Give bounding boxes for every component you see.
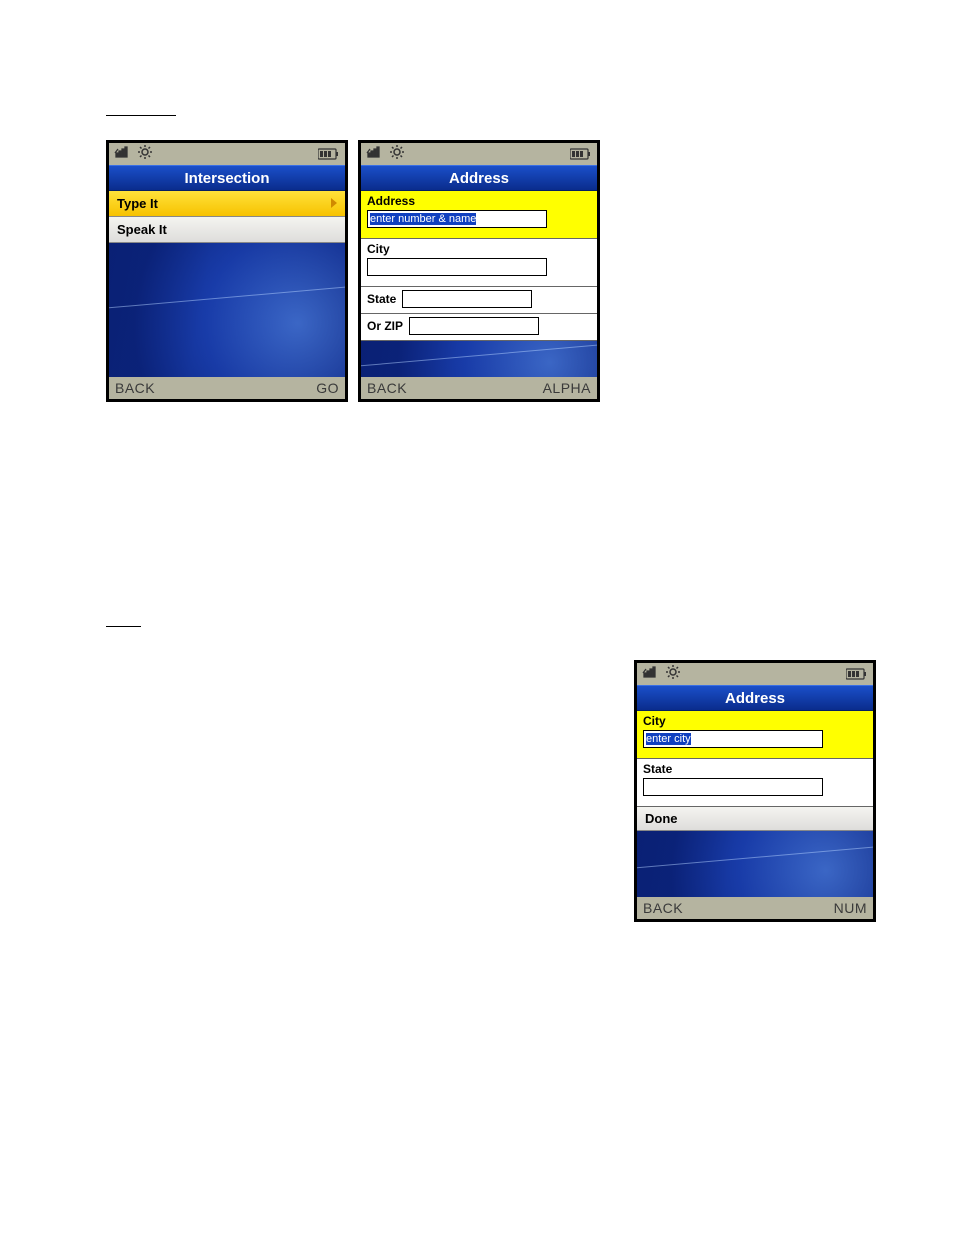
battery-icon bbox=[846, 667, 868, 685]
softkey-right-go[interactable]: GO bbox=[316, 380, 339, 396]
field-label: City bbox=[643, 714, 867, 728]
screen-title: Address bbox=[637, 685, 873, 711]
field-city[interactable]: City enter city bbox=[637, 711, 873, 759]
battery-icon bbox=[570, 147, 592, 165]
background-globe bbox=[637, 831, 873, 897]
field-zip[interactable]: Or ZIP bbox=[361, 314, 597, 341]
screen-title: Address bbox=[361, 165, 597, 191]
status-bar bbox=[361, 143, 597, 165]
gear-icon bbox=[666, 665, 680, 684]
field-state[interactable]: State bbox=[361, 287, 597, 314]
gear-icon bbox=[390, 145, 404, 164]
underline-stub-2 bbox=[106, 626, 141, 627]
button-label: Done bbox=[645, 811, 678, 826]
background-globe bbox=[109, 243, 345, 377]
chevron-right-icon bbox=[331, 198, 337, 208]
city-input[interactable]: enter city bbox=[643, 730, 823, 748]
field-label: Or ZIP bbox=[367, 319, 403, 333]
menu-item-speak-it[interactable]: Speak It bbox=[109, 217, 345, 243]
softkey-right-num[interactable]: NUM bbox=[834, 900, 867, 916]
phone-inner: Address Address enter number & name City… bbox=[361, 143, 597, 399]
background-globe bbox=[361, 341, 597, 377]
phone-inner: Address City enter city State Done BACK … bbox=[637, 663, 873, 919]
softkey-bar: BACK GO bbox=[109, 377, 345, 399]
done-button[interactable]: Done bbox=[637, 807, 873, 831]
state-input[interactable] bbox=[643, 778, 823, 796]
signal-icon bbox=[114, 145, 132, 163]
input-placeholder: enter number & name bbox=[370, 213, 476, 225]
address-city-form: City enter city State Done bbox=[637, 711, 873, 831]
battery-icon bbox=[318, 147, 340, 165]
underline-stub-1 bbox=[106, 115, 176, 116]
field-address[interactable]: Address enter number & name bbox=[361, 191, 597, 239]
field-label: State bbox=[367, 292, 396, 306]
state-input[interactable] bbox=[402, 290, 532, 308]
phone-address-city: Address City enter city State Done BACK … bbox=[634, 660, 876, 922]
status-bar bbox=[109, 143, 345, 165]
zip-input[interactable] bbox=[409, 317, 539, 335]
field-city[interactable]: City bbox=[361, 239, 597, 287]
status-bar bbox=[637, 663, 873, 685]
phone-address-full: Address Address enter number & name City… bbox=[358, 140, 600, 402]
address-input[interactable]: enter number & name bbox=[367, 210, 547, 228]
signal-icon bbox=[366, 145, 384, 163]
softkey-right-alpha[interactable]: ALPHA bbox=[543, 380, 591, 396]
signal-icon bbox=[642, 665, 660, 683]
softkey-bar: BACK NUM bbox=[637, 897, 873, 919]
field-state[interactable]: State bbox=[637, 759, 873, 807]
input-placeholder: enter city bbox=[646, 733, 691, 745]
address-form: Address enter number & name City State O… bbox=[361, 191, 597, 341]
gear-icon bbox=[138, 145, 152, 164]
softkey-left-back[interactable]: BACK bbox=[643, 900, 683, 916]
field-label: City bbox=[367, 242, 591, 256]
menu-item-label: Type It bbox=[117, 196, 158, 211]
screen-title: Intersection bbox=[109, 165, 345, 191]
phone-intersection: Intersection Type It Speak It BACK GO bbox=[106, 140, 348, 402]
softkey-bar: BACK ALPHA bbox=[361, 377, 597, 399]
city-input[interactable] bbox=[367, 258, 547, 276]
menu-item-label: Speak It bbox=[117, 222, 167, 237]
menu-item-type-it[interactable]: Type It bbox=[109, 191, 345, 217]
field-label: State bbox=[643, 762, 867, 776]
phone-inner: Intersection Type It Speak It BACK GO bbox=[109, 143, 345, 399]
softkey-left-back[interactable]: BACK bbox=[367, 380, 407, 396]
field-label: Address bbox=[367, 194, 591, 208]
softkey-left-back[interactable]: BACK bbox=[115, 380, 155, 396]
